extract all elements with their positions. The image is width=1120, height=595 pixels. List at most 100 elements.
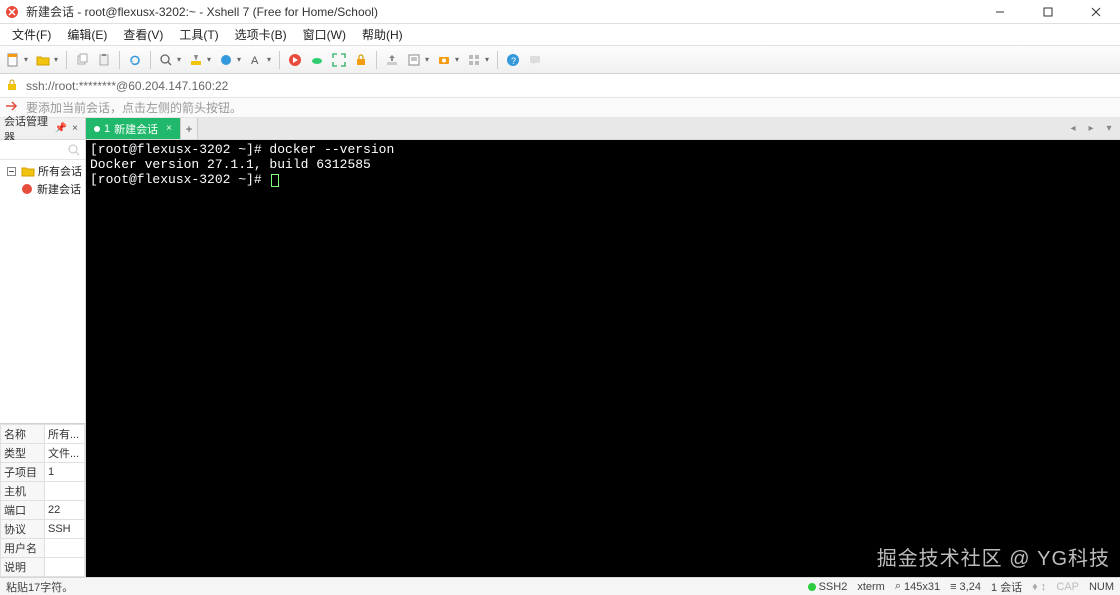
separator <box>66 51 67 69</box>
menu-tools[interactable]: 工具(T) <box>171 24 226 45</box>
status-size: ⌕ 145x31 <box>895 580 940 593</box>
tree-child[interactable]: 新建会话 <box>2 180 83 198</box>
status-bar: 粘贴17字符。 SSH2 xterm ⌕ 145x31 ≡ 3,24 1 会话 … <box>0 577 1120 595</box>
prop-key: 端口 <box>1 501 45 520</box>
prop-val: 22 <box>45 501 85 520</box>
session-manager-header: 会话管理器 📌 × <box>0 118 86 139</box>
terminal-line: Docker version 27.1.1, build 6312585 <box>90 157 371 172</box>
tree-root[interactable]: 所有会话 <box>2 162 83 180</box>
help-icon[interactable]: ? <box>504 51 522 69</box>
close-button[interactable] <box>1076 1 1116 23</box>
toolbar: ▾ ▾ ▾ ▾ ▾ A ▾ ▾ ▾ ▾ ? <box>0 46 1120 74</box>
script-icon[interactable] <box>405 51 423 69</box>
prop-val: SSH <box>45 520 85 539</box>
session-manager-panel: 所有会话 新建会话 名称所有... 类型文件... 子项目1 主机 端口22 协… <box>0 140 86 577</box>
cloud-icon[interactable] <box>308 51 326 69</box>
prop-row: 端口22 <box>1 501 85 520</box>
color-icon[interactable] <box>217 51 235 69</box>
svg-text:?: ? <box>511 56 516 66</box>
minus-box-icon[interactable] <box>4 164 18 178</box>
menu-edit[interactable]: 编辑(E) <box>59 24 115 45</box>
pin-icon[interactable]: 📌 <box>55 123 67 135</box>
prop-val: 文件... <box>45 444 85 463</box>
status-sessions: 1 会话 <box>991 579 1022 595</box>
prop-row: 类型文件... <box>1 444 85 463</box>
reconnect-icon[interactable] <box>126 51 144 69</box>
chat-icon[interactable] <box>526 51 544 69</box>
tab-close-icon[interactable]: × <box>166 123 172 134</box>
new-file-icon[interactable] <box>4 51 22 69</box>
dropdown-icon[interactable]: ▾ <box>177 55 183 64</box>
fullscreen-icon[interactable] <box>330 51 348 69</box>
maximize-button[interactable] <box>1028 1 1068 23</box>
highlight-icon[interactable] <box>187 51 205 69</box>
status-dot-icon <box>94 126 100 132</box>
separator <box>279 51 280 69</box>
font-icon[interactable]: A <box>247 51 265 69</box>
add-tab-button[interactable]: + <box>180 118 198 139</box>
dropdown-icon[interactable]: ▾ <box>455 55 461 64</box>
dropdown-icon[interactable]: ▾ <box>54 55 60 64</box>
menu-help[interactable]: 帮助(H) <box>354 24 411 45</box>
paste-icon[interactable] <box>95 51 113 69</box>
prop-row: 协议SSH <box>1 520 85 539</box>
separator <box>119 51 120 69</box>
app-icon <box>4 4 20 20</box>
grid-icon[interactable] <box>465 51 483 69</box>
dropdown-icon[interactable]: ▾ <box>24 55 30 64</box>
upload-icon[interactable] <box>383 51 401 69</box>
copy-icon[interactable] <box>73 51 91 69</box>
terminal-line: [root@flexusx-3202 ~]# <box>90 172 269 187</box>
tree-child-label: 新建会话 <box>37 181 81 197</box>
status-left: 粘贴17字符。 <box>6 579 808 595</box>
terminal-line: [root@flexusx-3202 ~]# docker --version <box>90 142 394 157</box>
menu-bar: 文件(F) 编辑(E) 查看(V) 工具(T) 选项卡(B) 窗口(W) 帮助(… <box>0 24 1120 46</box>
tabs-prev-icon[interactable]: ◂ <box>1066 122 1080 136</box>
prop-val <box>45 558 85 577</box>
prop-key: 主机 <box>1 482 45 501</box>
minimize-button[interactable] <box>980 1 1020 23</box>
dropdown-icon[interactable]: ▾ <box>485 55 491 64</box>
menu-view[interactable]: 查看(V) <box>115 24 171 45</box>
tree-root-label: 所有会话 <box>38 163 82 179</box>
tabs-menu-icon[interactable]: ▾ <box>1102 122 1116 136</box>
open-folder-icon[interactable] <box>34 51 52 69</box>
prop-key: 说明 <box>1 558 45 577</box>
prop-val <box>45 539 85 558</box>
status-term: xterm <box>857 581 885 593</box>
session-item-icon <box>20 182 34 196</box>
session-tab-active[interactable]: 1 新建会话 × <box>86 118 180 139</box>
address-bar[interactable]: ssh://root:********@60.204.147.160:22 <box>0 74 1120 98</box>
lock-icon[interactable] <box>352 51 370 69</box>
close-panel-icon[interactable]: × <box>69 123 81 135</box>
terminal[interactable]: [root@flexusx-3202 ~]# docker --version … <box>86 140 1120 577</box>
address-text: ssh://root:********@60.204.147.160:22 <box>26 79 228 93</box>
separator <box>497 51 498 69</box>
prop-row: 主机 <box>1 482 85 501</box>
menu-tabs[interactable]: 选项卡(B) <box>227 24 295 45</box>
watermark: 掘金技术社区 @ YG科技 <box>877 542 1110 571</box>
menu-window[interactable]: 窗口(W) <box>295 24 354 45</box>
play-icon[interactable] <box>286 51 304 69</box>
tabs-next-icon[interactable]: ▸ <box>1084 122 1098 136</box>
prop-key: 用户名 <box>1 539 45 558</box>
sidebar-search[interactable] <box>0 140 85 160</box>
window-title: 新建会话 - root@flexusx-3202:~ - Xshell 7 (F… <box>26 3 378 20</box>
dropdown-icon[interactable]: ▾ <box>207 55 213 64</box>
svg-text:A: A <box>251 55 259 67</box>
hint-bar: 要添加当前会话，点击左侧的箭头按钮。 <box>0 98 1120 118</box>
terminal-output[interactable]: [root@flexusx-3202 ~]# docker --version … <box>86 140 1120 189</box>
cursor <box>271 174 279 187</box>
lock-small-icon <box>6 79 20 93</box>
search-icon[interactable] <box>157 51 175 69</box>
separator <box>150 51 151 69</box>
dropdown-icon[interactable]: ▾ <box>267 55 273 64</box>
properties-panel: 名称所有... 类型文件... 子项目1 主机 端口22 协议SSH 用户名 说… <box>0 423 85 577</box>
session-tabs: 1 新建会话 × + ◂ ▸ ▾ <box>86 118 1120 139</box>
prop-key: 类型 <box>1 444 45 463</box>
dropdown-icon[interactable]: ▾ <box>237 55 243 64</box>
capture-icon[interactable] <box>435 51 453 69</box>
status-nav[interactable]: ♦ ↕ <box>1032 581 1046 593</box>
dropdown-icon[interactable]: ▾ <box>425 55 431 64</box>
menu-file[interactable]: 文件(F) <box>4 24 59 45</box>
